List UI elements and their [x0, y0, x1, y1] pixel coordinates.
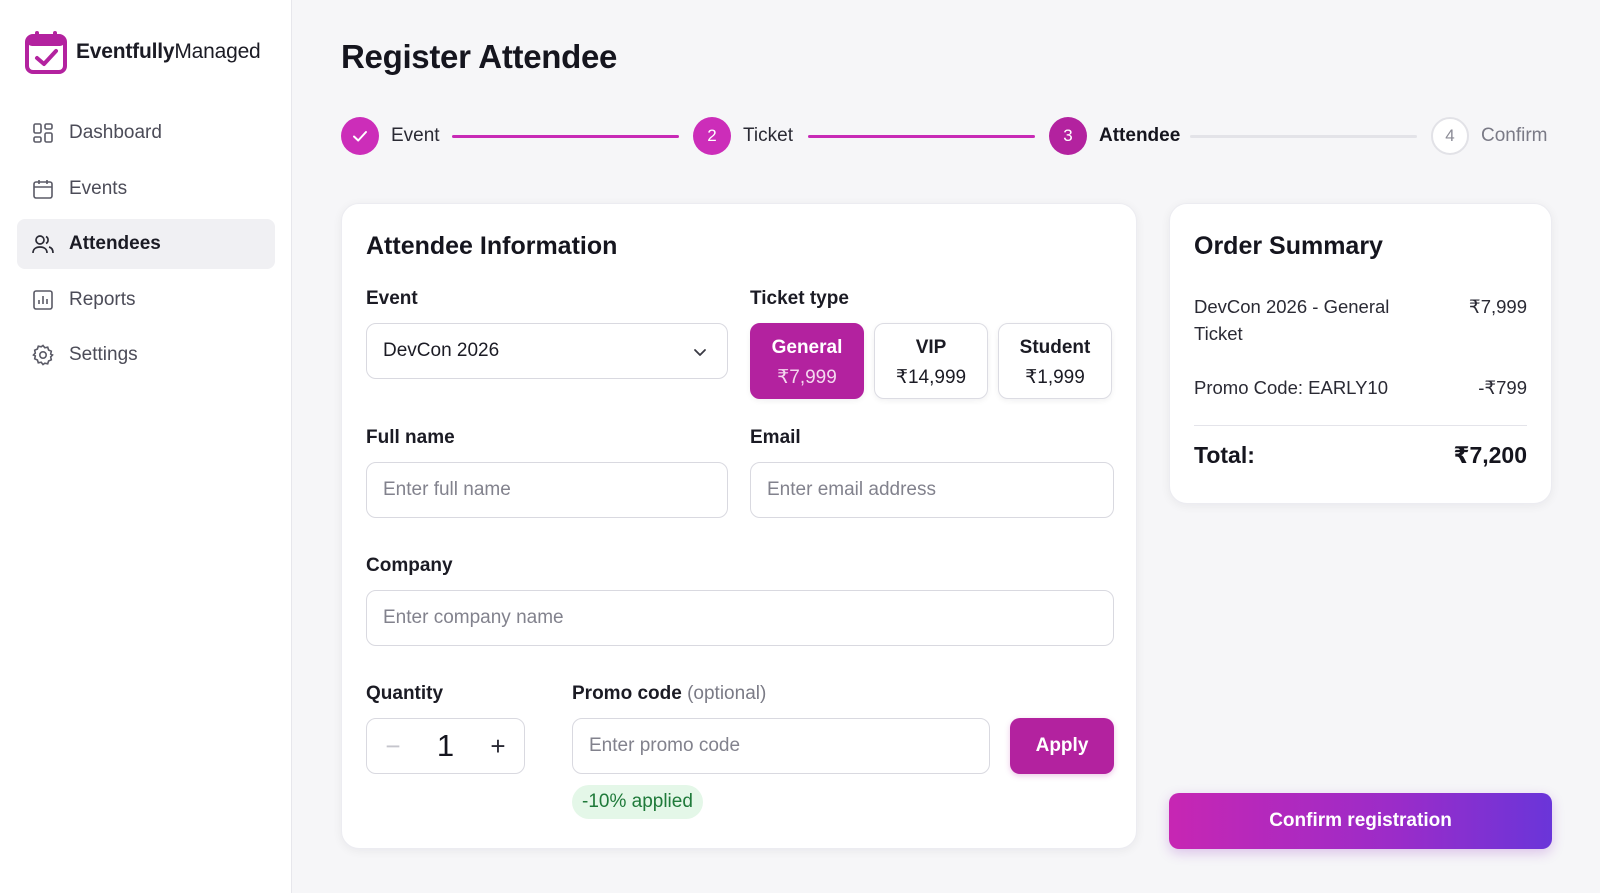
dashboard-grid-icon	[31, 121, 55, 145]
summary-line-label: Promo Code: EARLY10	[1194, 377, 1389, 398]
sidebar-item-attendees[interactable]: Attendees	[17, 219, 275, 269]
sidebar-item-settings[interactable]: Settings	[17, 330, 275, 380]
summary-line-label: DevCon 2026 - General Ticket	[1194, 296, 1390, 344]
summary-line-amount: ₹7,999	[1468, 296, 1527, 317]
sidebar-item-label: Reports	[69, 288, 136, 310]
company-input[interactable]: Enter company name	[366, 590, 1114, 646]
decrement-button[interactable]: −	[367, 719, 419, 773]
increment-button[interactable]: +	[472, 719, 524, 773]
sidebar-item-label: Settings	[69, 344, 138, 365]
chevron-down-icon	[694, 349, 706, 356]
ticket-price: ₹1,999	[1025, 367, 1085, 388]
sidebar-nav: Dashboard Events Attendees Reports Setti…	[17, 108, 275, 386]
step-confirm[interactable]: 4 Confirm	[1431, 116, 1548, 156]
step-connector	[808, 135, 1035, 138]
ticket-name: VIP	[915, 337, 947, 358]
total-label: Total:	[1194, 442, 1255, 468]
full-name-input[interactable]: Enter full name	[366, 462, 728, 518]
users-icon	[31, 232, 55, 256]
gear-icon	[31, 343, 55, 367]
summary-line: Promo Code: EARLY10 -₹799	[1194, 374, 1527, 402]
email-input[interactable]: Enter email address	[750, 462, 1114, 518]
sidebar-item-label: Attendees	[69, 233, 161, 254]
ticket-price: ₹7,999	[777, 367, 837, 388]
ticket-option-student[interactable]: Student ₹1,999	[998, 323, 1112, 399]
step-event[interactable]: Event	[341, 116, 440, 156]
summary-total: Total: ₹7,200	[1194, 442, 1527, 469]
order-summary-card: Order Summary DevCon 2026 - General Tick…	[1169, 203, 1552, 504]
apply-promo-button[interactable]: Apply	[1010, 718, 1114, 774]
step-label: Confirm	[1481, 125, 1548, 146]
step-label: Ticket	[743, 125, 793, 146]
bar-chart-icon	[31, 288, 55, 312]
calendar-check-icon	[25, 31, 67, 74]
attendee-form-card: Attendee Information Event DevCon 2026 T…	[341, 203, 1137, 849]
ticket-type-label: Ticket type	[750, 288, 849, 309]
ticket-name: Student	[1019, 337, 1091, 358]
ticket-option-general[interactable]: General ₹7,999	[750, 323, 864, 399]
summary-line: DevCon 2026 - General Ticket ₹7,999	[1194, 293, 1527, 349]
email-label: Email	[750, 427, 801, 448]
step-attendee[interactable]: 3 Attendee	[1049, 116, 1180, 156]
sidebar-item-label: Events	[69, 177, 128, 199]
ticket-option-vip[interactable]: VIP ₹14,999	[874, 323, 988, 399]
check-icon	[341, 117, 379, 155]
sidebar-item-dashboard[interactable]: Dashboard	[17, 108, 275, 158]
calendar-icon	[31, 177, 55, 201]
promo-code-input[interactable]: Enter promo code	[572, 718, 990, 774]
step-connector	[452, 135, 679, 138]
card-title: Order Summary	[1194, 232, 1383, 260]
sidebar-item-label: Dashboard	[69, 122, 162, 143]
summary-line-amount: -₹799	[1478, 377, 1527, 398]
ticket-name: General	[771, 337, 843, 358]
sidebar-item-reports[interactable]: Reports	[17, 275, 275, 325]
step-number: 2	[693, 117, 731, 155]
promo-code-label-text: Promo code	[572, 683, 682, 704]
progress-stepper: Event 2 Ticket 3 Attendee 4 Confirm	[341, 116, 1553, 156]
step-connector	[1190, 135, 1417, 138]
step-number: 4	[1431, 117, 1469, 155]
confirm-registration-button[interactable]: Confirm registration	[1169, 793, 1552, 849]
promo-code-label: Promo code (optional)	[572, 683, 766, 705]
summary-divider	[1194, 425, 1527, 426]
quantity-value[interactable]: 1	[419, 728, 472, 764]
company-label: Company	[366, 555, 453, 576]
event-select-value: DevCon 2026	[383, 340, 500, 361]
card-title: Attendee Information	[366, 232, 618, 260]
page-title: Register Attendee	[341, 38, 618, 75]
sidebar: EventfullyManaged Dashboard Events Atten…	[0, 0, 292, 893]
promo-status-badge: -10% applied	[572, 785, 703, 819]
quantity-stepper: − 1 +	[366, 718, 525, 774]
step-number: 3	[1049, 117, 1087, 155]
step-label: Attendee	[1099, 125, 1181, 146]
brand-name: EventfullyManaged	[76, 40, 261, 63]
step-ticket[interactable]: 2 Ticket	[693, 116, 793, 156]
brand[interactable]: EventfullyManaged	[25, 30, 261, 74]
event-select[interactable]: DevCon 2026	[366, 323, 728, 379]
event-label: Event	[366, 288, 418, 309]
quantity-label: Quantity	[366, 683, 444, 704]
sidebar-item-events[interactable]: Events	[17, 164, 275, 214]
total-amount: ₹7,200	[1453, 442, 1527, 468]
full-name-label: Full name	[366, 427, 455, 448]
ticket-price: ₹14,999	[895, 367, 967, 388]
promo-code-hint: (optional)	[687, 683, 767, 704]
step-label: Event	[391, 125, 440, 146]
